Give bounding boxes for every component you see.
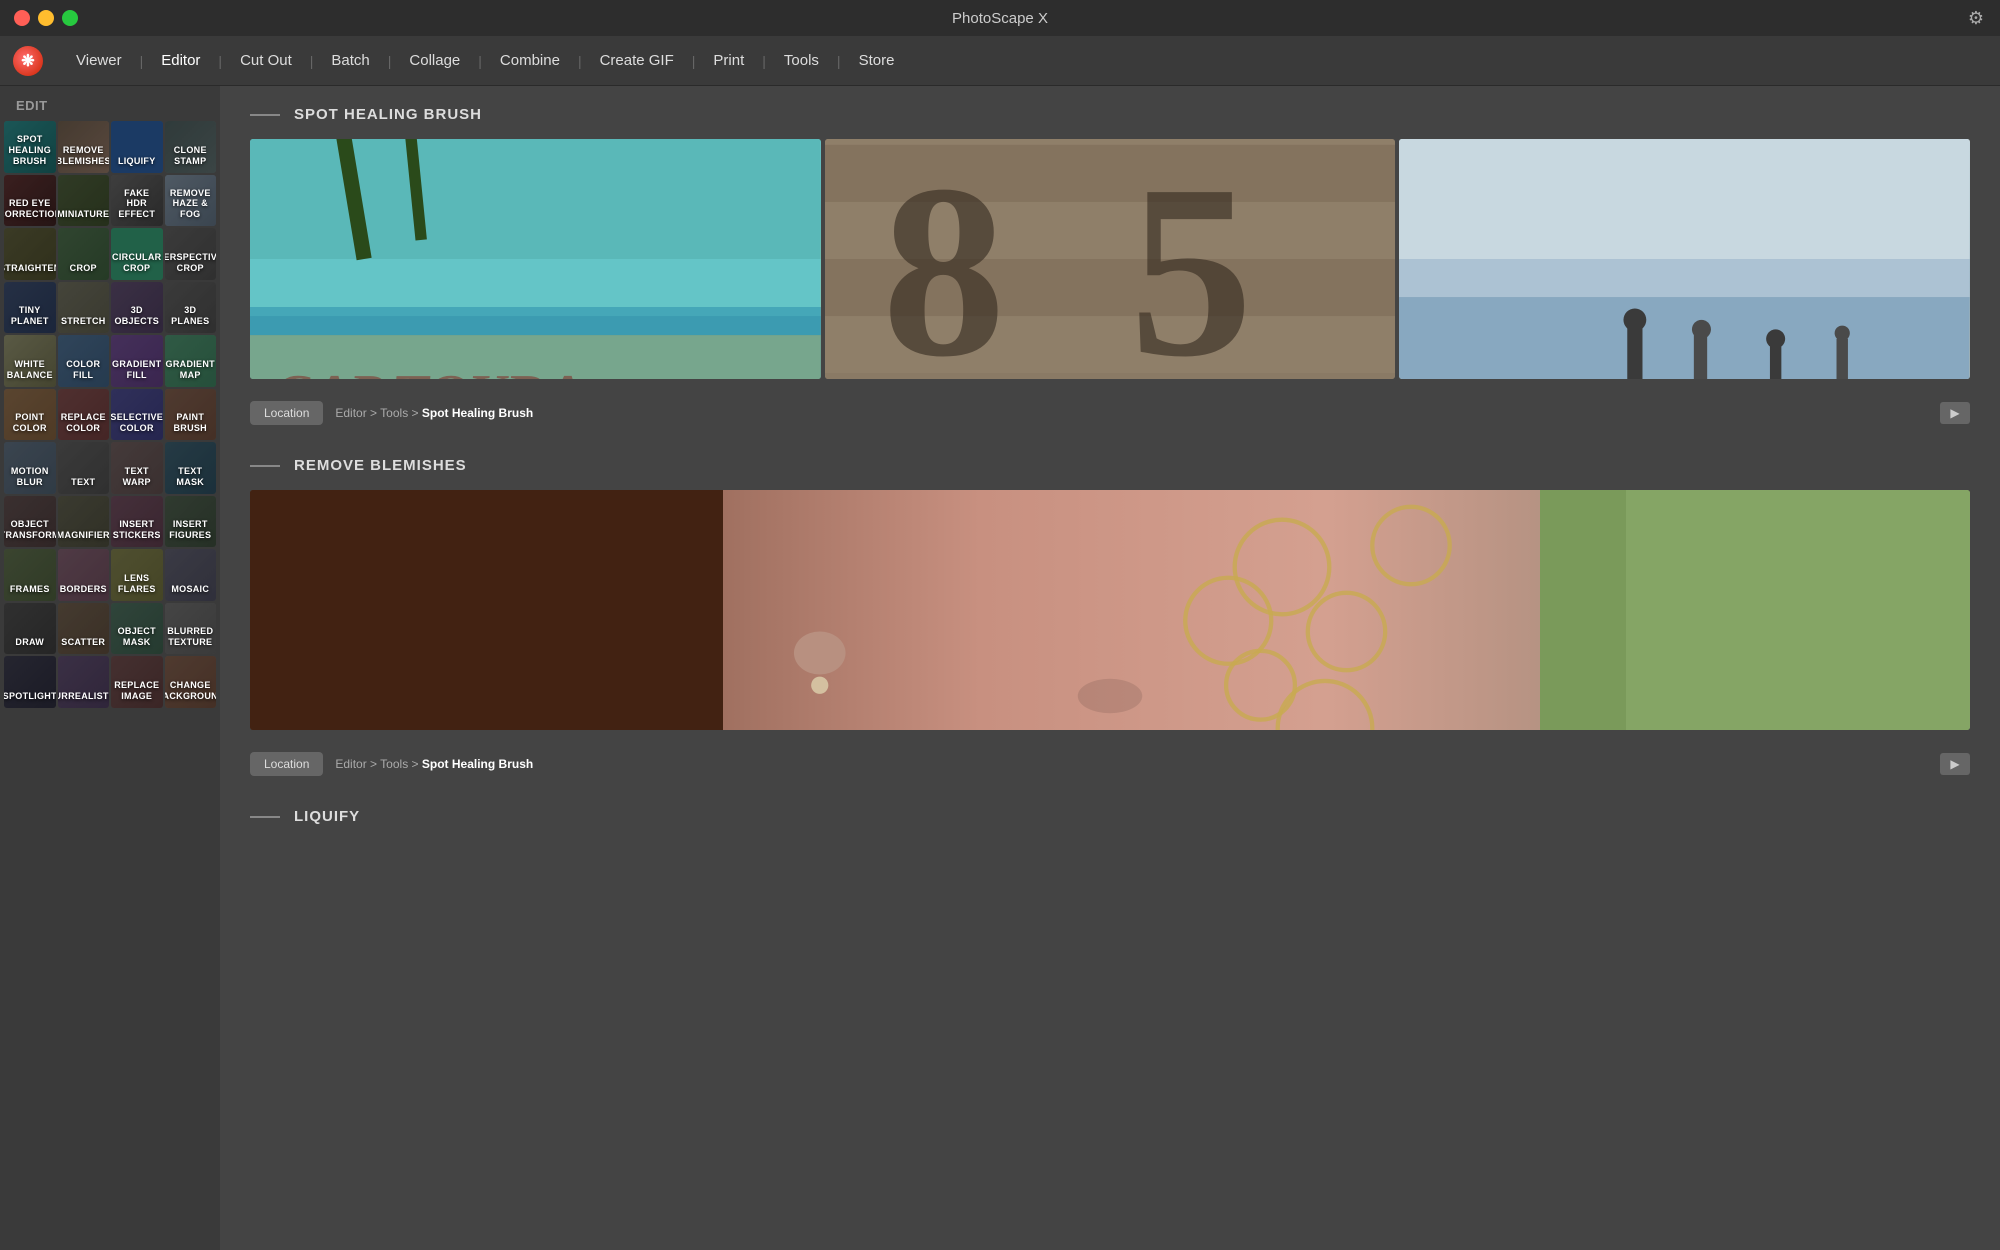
tool-draw[interactable]: DRAW [4,603,56,655]
minimize-button[interactable] [38,10,54,26]
play-button-1[interactable]: ▶ [1940,402,1970,424]
tool-change-background[interactable]: CHANGEBACKGROUND [165,656,217,708]
tool-3d-planes[interactable]: 3DPLANES [165,282,217,334]
section-header-spot-healing: SPOT HEALING BRUSH [250,106,1970,123]
maximize-button[interactable] [62,10,78,26]
menu-tools[interactable]: Tools [770,46,833,75]
logo-circle: ❋ [13,46,43,76]
tool-borders[interactable]: BORDERS [58,549,110,601]
tool-selective-color[interactable]: SELECTIVECOLOR [111,389,163,441]
wall-illustration: 8 5 [825,139,1396,379]
menu-store[interactable]: Store [845,46,909,75]
tool-tiny-planet[interactable]: TINYPLANET [4,282,56,334]
tool-3d-objects[interactable]: 3DOBJECTS [111,282,163,334]
tool-miniature[interactable]: MINIATURE [58,175,110,227]
tool-white-balance[interactable]: WHITEBALANCE [4,335,56,387]
menu-viewer[interactable]: Viewer [62,46,136,75]
location-path-1: Editor > Tools > Spot Healing Brush [335,406,1928,420]
tool-replace-image[interactable]: REPLACEIMAGE [111,656,163,708]
tool-perspective-crop[interactable]: PERSPECTIVECROP [165,228,217,280]
tool-motion-blur[interactable]: MOTIONBLUR [4,442,56,494]
preview-image-wall: 8 5 [825,139,1396,379]
tool-lens-flares[interactable]: LENSFLARES [111,549,163,601]
tool-red-eye[interactable]: RED EYECORRECTION [4,175,56,227]
tool-straighten[interactable]: STRAIGHTEN [4,228,56,280]
app-title: PhotoScape X [952,10,1048,27]
tool-spot-healing[interactable]: SPOTHEALINGBRUSH [4,121,56,173]
location-button-2[interactable]: Location [250,752,323,776]
tool-text-warp[interactable]: TEXTWARP [111,442,163,494]
beach-illustration: CAP TOURA [250,139,821,379]
preview-remove-blemishes [250,490,1970,730]
location-path-2: Editor > Tools > Spot Healing Brush [335,757,1928,771]
app-logo: ❋ [10,43,46,79]
tool-clone-stamp[interactable]: CLONESTAMP [165,121,217,173]
menu-bar: ❋ Viewer | Editor | Cut Out | Batch | Co… [0,36,2000,86]
section-title-liquify: LIQUIFY [294,808,360,825]
play-button-2[interactable]: ▶ [1940,753,1970,775]
content-area: SPOT HEALING BRUSH CAP [220,86,2000,1250]
tool-stretch[interactable]: STRETCH [58,282,110,334]
tool-frames[interactable]: FRAMES [4,549,56,601]
tool-surrealistic[interactable]: SURREALISTIC [58,656,110,708]
tool-point-color[interactable]: POINTCOLOR [4,389,56,441]
tool-scatter[interactable]: SCATTER [58,603,110,655]
tool-gradient-fill[interactable]: GRADIENTFILL [111,335,163,387]
tool-text[interactable]: TEXT [58,442,110,494]
section-header-remove-blemishes: REMOVE BLEMISHES [250,457,1970,474]
section-dash-3 [250,816,280,818]
tool-blurred-texture[interactable]: BLURREDTEXTURE [165,603,217,655]
menu-collage[interactable]: Collage [395,46,474,75]
location-bar-spot-healing: Location Editor > Tools > Spot Healing B… [250,393,1970,433]
section-header-liquify: LIQUIFY [250,808,1970,825]
tool-insert-stickers[interactable]: INSERTSTICKERS [111,496,163,548]
location-bar-remove-blemishes: Location Editor > Tools > Spot Healing B… [250,744,1970,784]
section-dash-2 [250,465,280,467]
section-title-remove-blemishes: REMOVE BLEMISHES [294,457,467,474]
svg-text:CAP TOURA: CAP TOURA [273,363,589,379]
tool-grid: SPOTHEALINGBRUSH REMOVEBLEMISHES LIQUIFY… [0,121,220,712]
settings-icon[interactable]: ⚙ [1968,8,1984,29]
section-title-spot-healing: SPOT HEALING BRUSH [294,106,482,123]
preview-spot-healing: CAP TOURA 8 5 [250,139,1970,379]
tool-object-transform[interactable]: OBJECTTRANSFORM [4,496,56,548]
svg-text:5: 5 [1129,139,1253,379]
close-button[interactable] [14,10,30,26]
tool-text-mask[interactable]: TEXTMASK [165,442,217,494]
main-layout: EDIT SPOTHEALINGBRUSH REMOVEBLEMISHES LI… [0,86,2000,1250]
section-dash [250,114,280,116]
preview-image-beach: CAP TOURA [250,139,821,379]
svg-text:8: 8 [882,139,1006,379]
tool-magnifier[interactable]: MAGNIFIER [58,496,110,548]
tool-fake-hdr[interactable]: FAKEHDR EFFECT [111,175,163,227]
tool-liquify[interactable]: LIQUIFY [111,121,163,173]
tool-gradient-map[interactable]: GRADIENTMAP [165,335,217,387]
tool-circular-crop[interactable]: CIRCULARCROP [111,228,163,280]
ocean-illustration [1399,139,1970,379]
menu-cutout[interactable]: Cut Out [226,46,306,75]
blemishes-illustration [250,490,1970,730]
tool-object-mask[interactable]: OBJECTMASK [111,603,163,655]
menu-creategif[interactable]: Create GIF [586,46,688,75]
tool-crop[interactable]: CROP [58,228,110,280]
menu-editor[interactable]: Editor [147,46,214,75]
tool-paint-brush[interactable]: PAINTBRUSH [165,389,217,441]
location-button-1[interactable]: Location [250,401,323,425]
window-controls [14,10,78,26]
title-bar: PhotoScape X ⚙ [0,0,2000,36]
menu-print[interactable]: Print [699,46,758,75]
menu-items: Viewer | Editor | Cut Out | Batch | Coll… [62,46,908,75]
tool-spotlight[interactable]: SPOTLIGHT [4,656,56,708]
menu-combine[interactable]: Combine [486,46,574,75]
sidebar: EDIT SPOTHEALINGBRUSH REMOVEBLEMISHES LI… [0,86,220,1250]
menu-batch[interactable]: Batch [317,46,383,75]
tool-replace-color[interactable]: REPLACECOLOR [58,389,110,441]
tool-mosaic[interactable]: MOSAIC [165,549,217,601]
tool-remove-haze[interactable]: REMOVEHAZE & FOG [165,175,217,227]
edit-section-label: EDIT [0,86,220,121]
tool-remove-blemishes[interactable]: REMOVEBLEMISHES [58,121,110,173]
tool-insert-figures[interactable]: INSERTFIGURES [165,496,217,548]
preview-image-ocean [1399,139,1970,379]
tool-color-fill[interactable]: COLORFILL [58,335,110,387]
